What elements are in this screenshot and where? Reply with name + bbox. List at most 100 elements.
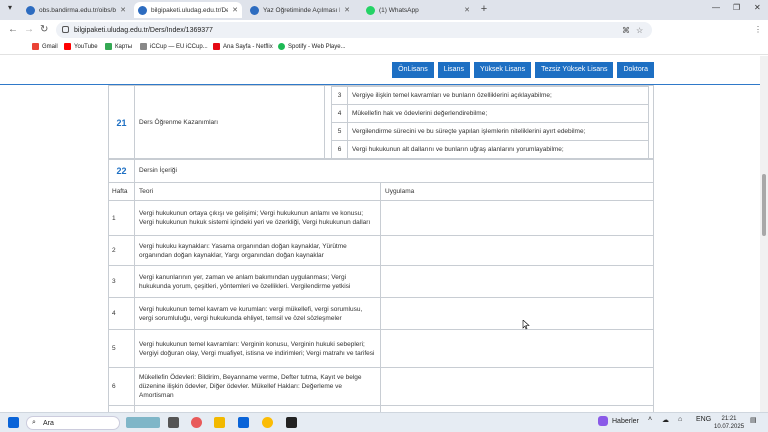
browser-tab[interactable]: obs.bandirma.edu.tr/oibs/bolo ✕ <box>22 2 130 18</box>
copilot-icon[interactable] <box>191 417 202 428</box>
back-icon[interactable]: ← <box>8 24 18 36</box>
week-number: 1 <box>108 200 135 236</box>
onedrive-icon[interactable]: ⌂ <box>678 416 682 423</box>
week-row: 3 Vergi kanunlarının yer, zaman ve anlam … <box>108 265 654 298</box>
bookmark-star-icon[interactable]: ☆ <box>636 26 643 35</box>
site-favicon-icon <box>26 5 35 15</box>
site-info-icon[interactable] <box>62 26 69 33</box>
file-explorer-icon[interactable] <box>214 417 225 428</box>
youtube-icon <box>64 43 71 50</box>
bookmark-iccup[interactable]: iCCup — EU iCCup... <box>140 43 208 50</box>
bookmarks-bar: Gmail YouTube Карты iCCup — EU iCCup... … <box>0 40 768 55</box>
theory-text: Vergi hukukunun temel kavram ve kurumlar… <box>134 297 381 330</box>
week-row: 4 Vergi hukukunun temel kavram ve kurumla… <box>108 297 654 330</box>
week-row: 1 Vergi hukukunun ortaya çıkışı ve gelişi… <box>108 200 654 236</box>
site-favicon-icon <box>250 5 259 15</box>
tray-chevron-icon[interactable]: ˄ <box>648 416 652 423</box>
minimize-icon[interactable]: — <box>712 3 720 12</box>
nav-lisans-button[interactable]: Lisans <box>437 62 470 78</box>
practice-text <box>380 367 654 406</box>
close-window-icon[interactable]: ✕ <box>754 3 761 12</box>
outcomes-cell: 3 Vergiye ilişkin temel kavramları ve bun… <box>324 85 654 160</box>
iccup-icon <box>140 43 147 50</box>
outcome-text: Vergi hukukunun alt dallarını ve bunları… <box>347 140 649 159</box>
nav-doktora-button[interactable]: Doktora <box>617 62 654 78</box>
search-icon: ⌕ <box>32 419 36 426</box>
site-header: ÖnLisans Lisans Yüksek Lisans Tezsiz Yük… <box>0 56 768 85</box>
address-bar[interactable]: bilgipaketi.uludag.edu.tr/Ders/Index/136… <box>56 22 652 38</box>
section-label: Ders Öğrenme Kazanımları <box>134 85 325 160</box>
notifications-icon[interactable]: ▤ <box>750 416 757 424</box>
theory-text: Vergi hukukunun ortaya çıkışı ve gelişim… <box>134 200 381 236</box>
outcome-number: 4 <box>331 104 348 123</box>
language-indicator[interactable]: ENG <box>696 416 711 423</box>
new-tab-button[interactable]: + <box>478 3 490 15</box>
course-content-section: 22 Dersin İçeriği Hafta Teori Uygulama 1… <box>108 158 654 412</box>
bookmark-maps[interactable]: Карты <box>105 43 132 50</box>
section-number: 22 <box>108 158 135 183</box>
bookmark-gmail[interactable]: Gmail <box>32 43 58 50</box>
outcome-row: 6 Vergi hukukunun alt dallarını ve bunlar… <box>331 140 649 159</box>
network-icon[interactable]: ☁ <box>662 416 669 424</box>
taskbar-search-box[interactable]: ⌕ Ara <box>26 416 120 430</box>
bookmark-netflix[interactable]: Ana Sayfa - Netflix <box>213 43 273 50</box>
nav-onlisans-button[interactable]: ÖnLisans <box>392 62 434 78</box>
tab-search-icon[interactable]: ▾ <box>8 3 12 12</box>
practice-column-header: Uygulama <box>380 182 654 201</box>
outcomes-table: 3 Vergiye ilişkin temel kavramları ve bun… <box>331 86 649 159</box>
forward-icon[interactable]: → <box>24 24 34 36</box>
nav-yuksek-lisans-button[interactable]: Yüksek Lisans <box>473 62 532 78</box>
close-tab-icon[interactable]: ✕ <box>464 6 470 14</box>
clock[interactable]: 21:21 10.07.2025 <box>714 415 744 431</box>
theory-text: Mükellefin Ödevleri: Bildirim, Beyanname… <box>134 367 381 406</box>
scrollbar-thumb[interactable] <box>762 174 766 236</box>
section-label: Dersin İçeriği <box>134 158 654 183</box>
outcome-text: Vergiye ilişkin temel kavramları ve bunl… <box>347 86 649 105</box>
maps-icon <box>105 43 112 50</box>
close-tab-icon[interactable]: ✕ <box>344 6 350 14</box>
news-widget[interactable]: Haberler <box>598 416 639 426</box>
practice-text <box>380 200 654 236</box>
reload-icon[interactable]: ↻ <box>40 24 48 36</box>
week-number: 6 <box>108 367 135 406</box>
page-scrollbar[interactable] <box>760 56 768 412</box>
bookmark-spotify[interactable]: Spotify - Web Playe... <box>278 43 346 50</box>
page-viewport: ÖnLisans Lisans Yüksek Lisans Tezsiz Yük… <box>0 56 768 412</box>
browser-tab[interactable]: (1) WhatsApp ✕ <box>362 2 474 18</box>
nav-tezsiz-yuksek-lisans-button[interactable]: Tezsiz Yüksek Lisans <box>535 62 614 78</box>
outcome-row: 5 Vergilendirme sürecini ve bu süreçte ya… <box>331 122 649 141</box>
outlook-icon[interactable] <box>238 417 249 428</box>
menu-icon[interactable]: ⋮ <box>754 24 762 36</box>
gmail-icon <box>32 43 39 50</box>
maximize-icon[interactable]: ❐ <box>733 3 740 12</box>
tab-title: bilgipaketi.uludag.edu.tr/Ders/ <box>151 6 228 14</box>
browser-tab-active[interactable]: bilgipaketi.uludag.edu.tr/Ders/ ✕ <box>134 2 242 18</box>
outcome-number: 3 <box>331 86 348 105</box>
program-nav: ÖnLisans Lisans Yüksek Lisans Tezsiz Yük… <box>392 62 654 78</box>
task-view-icon[interactable] <box>168 417 179 428</box>
mouse-cursor-icon <box>522 320 530 330</box>
week-column-header: Hafta <box>108 182 135 201</box>
outcome-number: 6 <box>331 140 348 159</box>
theory-text: Vergi hukuku kaynakları: Yasama organınd… <box>134 235 381 266</box>
translate-icon[interactable]: ⌘ <box>622 26 630 35</box>
week-number: 4 <box>108 297 135 330</box>
practice-text <box>380 329 654 368</box>
bookmark-youtube[interactable]: YouTube <box>64 43 98 50</box>
close-tab-icon[interactable]: ✕ <box>120 6 126 14</box>
week-number: 5 <box>108 329 135 368</box>
whatsapp-icon <box>366 5 375 15</box>
outcome-number: 5 <box>331 122 348 141</box>
close-tab-icon[interactable]: ✕ <box>232 6 238 14</box>
week-row: 5 Vergi hukukunun temel kavramları: Vergi… <box>108 329 654 368</box>
outcome-row: 3 Vergiye ilişkin temel kavramları ve bun… <box>331 86 649 105</box>
windows-start-icon[interactable] <box>8 417 19 428</box>
practice-text <box>380 297 654 330</box>
chrome-icon[interactable] <box>262 417 273 428</box>
week-number: 3 <box>108 265 135 298</box>
outcome-text: Mükellefin hak ve ödevlerini değerlendir… <box>347 104 649 123</box>
week-row: 6 Mükellefin Ödevleri: Bildirim, Beyannam… <box>108 367 654 406</box>
app-icon[interactable] <box>286 417 297 428</box>
browser-tab[interactable]: Yaz Öğretiminde Açılması Planl ✕ <box>246 2 354 18</box>
tab-bar: obs.bandirma.edu.tr/oibs/bolo ✕ bilgipak… <box>0 0 768 20</box>
